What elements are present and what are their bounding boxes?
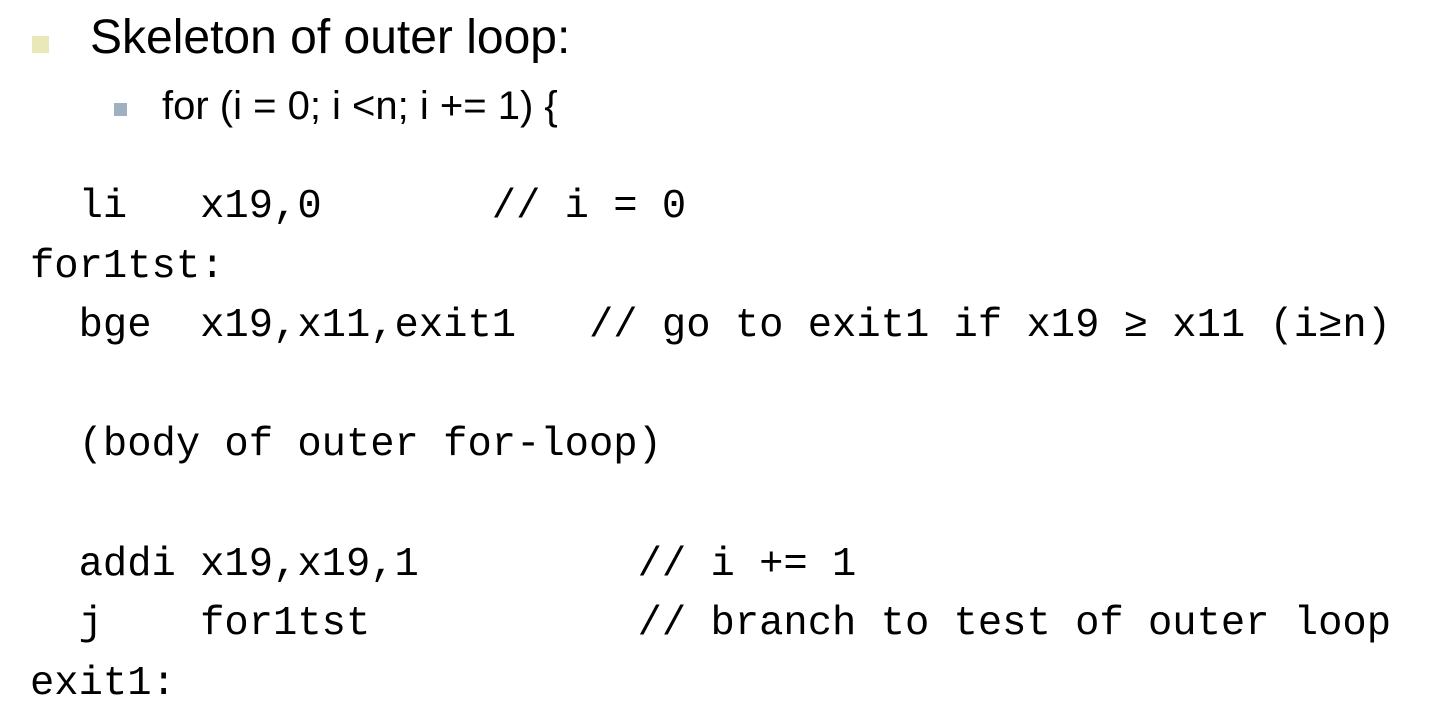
slide-heading: Skeleton of outer loop:: [90, 11, 571, 64]
bullet-square-icon: [32, 36, 49, 53]
code-line-for1tst-label: for1tst:: [30, 243, 225, 290]
sub-bullet-square-icon: [114, 103, 127, 116]
code-line-bge: bge x19,x11,exit1 // go to exit1 if x19 …: [30, 303, 1392, 350]
assembly-code-block: li x19,0 // i = 0 for1tst: bge x19,x11,ex…: [30, 178, 1391, 714]
code-line-body-placeholder: (body of outer for-loop): [30, 422, 662, 469]
code-line-li: li x19,0 // i = 0: [30, 184, 687, 230]
code-line-jump: j for1tst // branch to test of outer loo…: [30, 601, 1392, 648]
code-line-addi: addi x19,x19,1 // i += 1: [30, 541, 857, 588]
code-line-exit1-label: exit1:: [30, 660, 176, 707]
for-loop-subbullet: for (i = 0; i <n; i += 1) {: [162, 84, 558, 128]
